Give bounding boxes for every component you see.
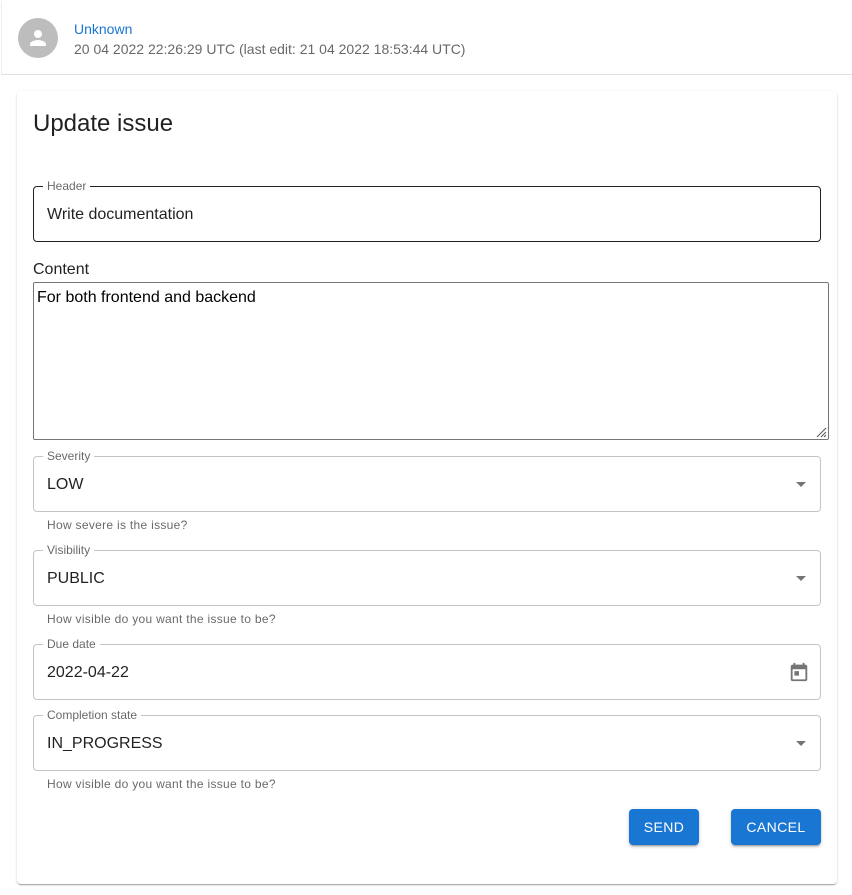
avatar bbox=[18, 18, 58, 58]
content-label: Content bbox=[33, 261, 90, 278]
content-textarea[interactable]: For both frontend and backend bbox=[33, 282, 829, 440]
due-date-field[interactable]: Due date 2022-04-22 bbox=[33, 637, 821, 700]
cancel-button[interactable]: CANCEL bbox=[731, 809, 821, 845]
send-button[interactable]: SEND bbox=[629, 809, 699, 845]
due-date-value: 2022-04-22 bbox=[47, 664, 129, 681]
author-link[interactable]: Unknown bbox=[74, 21, 132, 37]
dropdown-arrow-icon bbox=[796, 576, 806, 581]
severity-select[interactable]: Severity LOW bbox=[33, 449, 821, 512]
update-issue-form: Update issue Header Write documentation … bbox=[17, 91, 837, 884]
header-field-value: Write documentation bbox=[47, 206, 194, 223]
form-title: Update issue bbox=[33, 110, 174, 137]
content-text: For both frontend and backend bbox=[37, 289, 256, 306]
dropdown-arrow-icon bbox=[796, 741, 806, 746]
completion-state-value: IN_PROGRESS bbox=[47, 735, 163, 752]
timestamp: 20 04 2022 22:26:29 UTC (last edit: 21 0… bbox=[74, 41, 466, 57]
completion-state-label: Completion state bbox=[43, 708, 142, 722]
visibility-value: PUBLIC bbox=[47, 570, 105, 587]
severity-label: Severity bbox=[43, 449, 95, 463]
severity-value: LOW bbox=[47, 476, 84, 493]
calendar-icon[interactable] bbox=[788, 661, 810, 683]
completion-state-select[interactable]: Completion state IN_PROGRESS bbox=[33, 708, 821, 771]
resize-grip-icon[interactable] bbox=[815, 426, 827, 438]
header-field[interactable]: Header Write documentation bbox=[33, 179, 821, 242]
severity-helper: How severe is the issue? bbox=[47, 518, 188, 532]
visibility-select[interactable]: Visibility PUBLIC bbox=[33, 543, 821, 606]
visibility-helper: How visible do you want the issue to be? bbox=[47, 612, 276, 626]
header-field-label: Header bbox=[43, 179, 91, 193]
dropdown-arrow-icon bbox=[796, 482, 806, 487]
person-icon bbox=[30, 30, 46, 46]
due-date-label: Due date bbox=[43, 637, 100, 651]
visibility-label: Visibility bbox=[43, 543, 95, 557]
completion-state-helper: How visible do you want the issue to be? bbox=[47, 777, 276, 791]
post-header: Unknown 20 04 2022 22:26:29 UTC (last ed… bbox=[1, 1, 852, 75]
